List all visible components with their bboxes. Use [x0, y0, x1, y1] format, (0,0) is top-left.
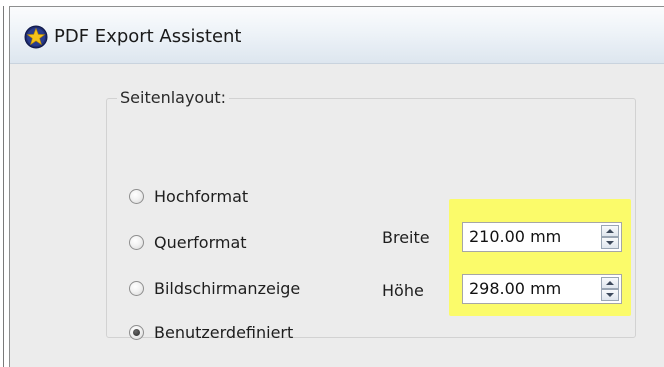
window-title: PDF Export Assistent — [54, 26, 242, 47]
height-spinner[interactable]: 298.00 mm — [462, 274, 622, 304]
height-spin-buttons — [601, 277, 619, 301]
height-increment-button[interactable] — [601, 277, 619, 289]
radio-querformat[interactable]: Querformat — [129, 229, 247, 255]
height-label: Höhe — [382, 281, 424, 300]
arrow-up-icon — [606, 281, 614, 285]
width-increment-button[interactable] — [601, 225, 619, 237]
star-app-icon[interactable] — [24, 25, 48, 49]
width-decrement-button[interactable] — [601, 237, 619, 249]
radio-querformat-circle[interactable] — [129, 234, 144, 250]
screenshot-frame: PDF Export Assistent Seitenlayout: Hochf… — [0, 0, 664, 367]
width-spin-buttons — [601, 225, 619, 249]
background-window-edge — [3, 6, 4, 367]
page-layout-group-label: Seitenlayout: — [117, 87, 230, 109]
radio-bildschirmanzeige-label: Bildschirmanzeige — [154, 278, 301, 298]
width-label: Breite — [382, 228, 430, 247]
arrow-up-icon — [606, 229, 614, 233]
radio-benutzerdefiniert-circle[interactable] — [129, 324, 144, 340]
arrow-down-icon — [606, 293, 614, 297]
radio-benutzerdefiniert[interactable]: Benutzerdefiniert — [129, 319, 293, 345]
radio-benutzerdefiniert-label: Benutzerdefiniert — [154, 322, 294, 342]
title-bar[interactable]: PDF Export Assistent — [10, 7, 664, 64]
height-value[interactable]: 298.00 mm — [469, 278, 561, 300]
width-spinner[interactable]: 210.00 mm — [462, 222, 622, 252]
radio-querformat-label: Querformat — [154, 232, 247, 252]
radio-bildschirmanzeige-circle[interactable] — [129, 280, 144, 296]
width-value[interactable]: 210.00 mm — [469, 226, 561, 248]
radio-hochformat-circle[interactable] — [129, 188, 144, 204]
height-decrement-button[interactable] — [601, 289, 619, 301]
arrow-down-icon — [606, 241, 614, 245]
radio-bildschirmanzeige[interactable]: Bildschirmanzeige — [129, 275, 300, 301]
radio-hochformat-label: Hochformat — [154, 186, 249, 206]
radio-hochformat[interactable]: Hochformat — [129, 183, 248, 209]
